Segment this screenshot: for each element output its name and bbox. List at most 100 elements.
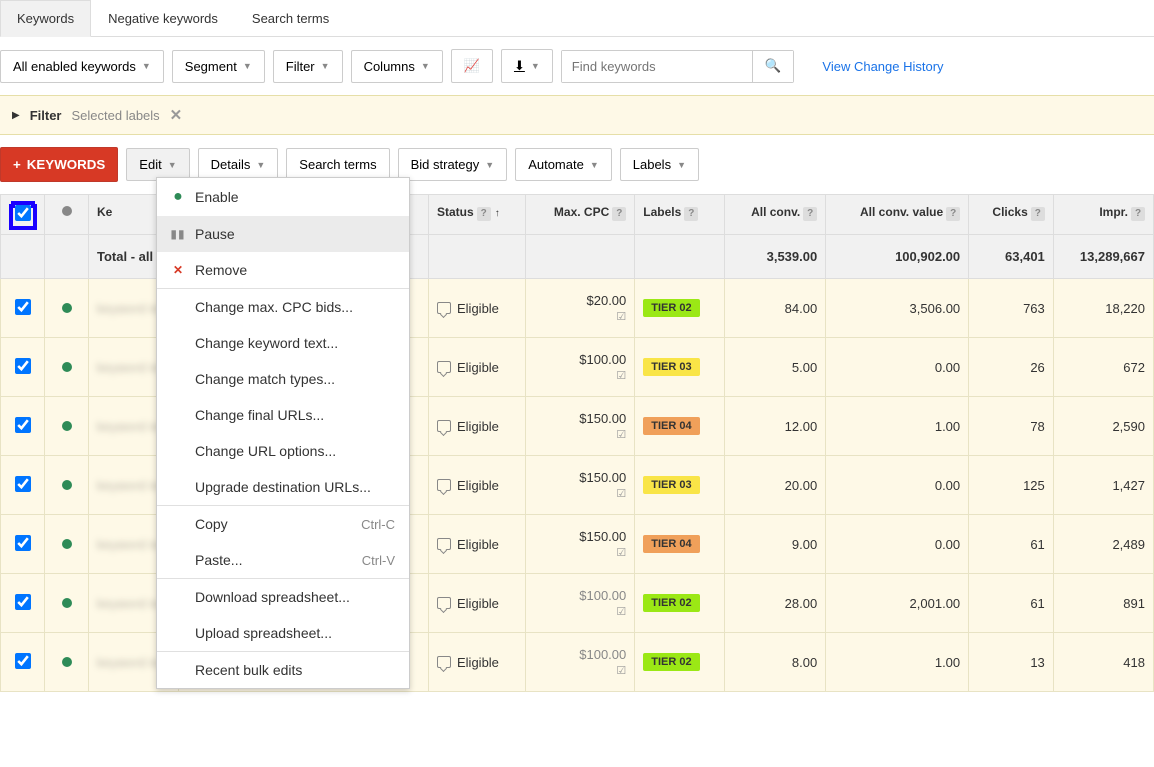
row-checkbox[interactable] (15, 299, 31, 315)
col-clicks[interactable]: Clicks? (969, 195, 1054, 235)
tier-label[interactable]: TIER 03 (643, 358, 699, 376)
help-icon[interactable]: ? (803, 207, 817, 221)
comment-icon[interactable] (437, 420, 451, 432)
tier-label[interactable]: TIER 04 (643, 417, 699, 435)
edit-check-icon[interactable]: ☑ (534, 428, 626, 441)
filter-selected-text: Selected labels (72, 108, 160, 123)
caret-down-icon: ▼ (256, 160, 265, 170)
caret-down-icon: ▼ (677, 160, 686, 170)
comment-icon[interactable] (437, 479, 451, 491)
all-conv-value-amount: 3,506.00 (826, 279, 969, 338)
col-labels[interactable]: Labels? (635, 195, 725, 235)
all-conv-value-amount: 1.00 (826, 397, 969, 456)
filter-close-icon[interactable]: ✕ (170, 106, 183, 124)
comment-icon[interactable] (437, 656, 451, 668)
col-all-conv[interactable]: All conv.? (724, 195, 825, 235)
col-impr[interactable]: Impr.? (1053, 195, 1153, 235)
scope-dropdown[interactable]: All enabled keywords▼ (0, 50, 164, 83)
tier-label[interactable]: TIER 04 (643, 535, 699, 553)
tier-label[interactable]: TIER 02 (643, 653, 699, 671)
menu-upload-spreadsheet[interactable]: Upload spreadsheet... (157, 615, 409, 651)
help-icon[interactable]: ? (612, 207, 626, 221)
tab-negative-keywords[interactable]: Negative keywords (91, 0, 235, 36)
search-input[interactable] (562, 51, 752, 82)
comment-icon[interactable] (437, 302, 451, 314)
help-icon[interactable]: ? (946, 207, 960, 221)
help-icon[interactable]: ? (477, 207, 491, 221)
totals-all-conv: 3,539.00 (724, 235, 825, 279)
help-icon[interactable]: ? (1131, 207, 1145, 221)
comment-icon[interactable] (437, 361, 451, 373)
labels-dropdown[interactable]: Labels▼ (620, 148, 699, 181)
menu-enable[interactable]: ●Enable (157, 178, 409, 216)
clicks-value: 61 (969, 515, 1054, 574)
totals-impr: 13,289,667 (1053, 235, 1153, 279)
menu-change-final-urls[interactable]: Change final URLs... (157, 397, 409, 433)
search-button[interactable]: 🔍 (752, 51, 794, 82)
status-text: Eligible (457, 360, 499, 375)
status-text: Eligible (457, 478, 499, 493)
max-cpc-value[interactable]: $100.00 (579, 352, 626, 367)
filter-label: Filter (30, 108, 62, 123)
chart-button[interactable]: 📈 (451, 49, 493, 83)
row-checkbox[interactable] (15, 653, 31, 669)
row-checkbox[interactable] (15, 594, 31, 610)
row-checkbox[interactable] (15, 358, 31, 374)
menu-recent-bulk-edits[interactable]: Recent bulk edits (157, 652, 409, 688)
edit-check-icon[interactable]: ☑ (534, 605, 626, 618)
col-status[interactable]: Status?↑ (429, 195, 526, 235)
caret-down-icon: ▼ (243, 61, 252, 71)
menu-copy[interactable]: CopyCtrl-C (157, 506, 409, 542)
chevron-right-icon[interactable]: ▶ (12, 110, 20, 121)
edit-check-icon[interactable]: ☑ (534, 310, 626, 323)
row-checkbox[interactable] (15, 417, 31, 433)
tier-label[interactable]: TIER 02 (643, 594, 699, 612)
add-keywords-button[interactable]: +KEYWORDS (0, 147, 118, 182)
impr-value: 672 (1053, 338, 1153, 397)
select-all-checkbox[interactable] (15, 205, 31, 221)
tab-search-terms[interactable]: Search terms (235, 0, 346, 36)
view-change-history-link[interactable]: View Change History (822, 59, 943, 74)
max-cpc-value[interactable]: $150.00 (579, 529, 626, 544)
menu-change-url-options[interactable]: Change URL options... (157, 433, 409, 469)
edit-check-icon[interactable]: ☑ (534, 546, 626, 559)
menu-upgrade-dest-urls[interactable]: Upgrade destination URLs... (157, 469, 409, 505)
max-cpc-value[interactable]: $150.00 (579, 411, 626, 426)
row-checkbox[interactable] (15, 476, 31, 492)
row-checkbox[interactable] (15, 535, 31, 551)
help-icon[interactable]: ? (1031, 207, 1045, 221)
menu-remove[interactable]: ✕Remove (157, 252, 409, 288)
totals-all-conv-value: 100,902.00 (826, 235, 969, 279)
menu-paste[interactable]: Paste...Ctrl-V (157, 542, 409, 578)
col-all-conv-value[interactable]: All conv. value? (826, 195, 969, 235)
tier-label[interactable]: TIER 03 (643, 476, 699, 494)
comment-icon[interactable] (437, 597, 451, 609)
caret-down-icon: ▼ (531, 61, 540, 71)
menu-download-spreadsheet[interactable]: Download spreadsheet... (157, 579, 409, 615)
menu-change-match[interactable]: Change match types... (157, 361, 409, 397)
columns-dropdown[interactable]: Columns▼ (351, 50, 443, 83)
segment-dropdown[interactable]: Segment▼ (172, 50, 265, 83)
filter-dropdown[interactable]: Filter▼ (273, 50, 343, 83)
max-cpc-value[interactable]: $100.00 (579, 647, 626, 662)
automate-dropdown[interactable]: Automate▼ (515, 148, 612, 181)
edit-check-icon[interactable]: ☑ (534, 487, 626, 500)
clicks-value: 125 (969, 456, 1054, 515)
tier-label[interactable]: TIER 02 (643, 299, 699, 317)
impr-value: 2,489 (1053, 515, 1153, 574)
menu-change-cpc[interactable]: Change max. CPC bids... (157, 289, 409, 325)
help-icon[interactable]: ? (684, 207, 698, 221)
download-dropdown[interactable]: ⬇▼ (501, 49, 553, 83)
max-cpc-value[interactable]: $100.00 (579, 588, 626, 603)
bid-strategy-dropdown[interactable]: Bid strategy▼ (398, 148, 508, 181)
col-max-cpc[interactable]: Max. CPC? (526, 195, 635, 235)
max-cpc-value[interactable]: $20.00 (587, 293, 627, 308)
menu-change-text[interactable]: Change keyword text... (157, 325, 409, 361)
tab-keywords[interactable]: Keywords (0, 0, 91, 37)
edit-check-icon[interactable]: ☑ (534, 664, 626, 677)
menu-pause[interactable]: ▮▮Pause (157, 216, 409, 252)
comment-icon[interactable] (437, 538, 451, 550)
max-cpc-value[interactable]: $150.00 (579, 470, 626, 485)
impr-value: 18,220 (1053, 279, 1153, 338)
edit-check-icon[interactable]: ☑ (534, 369, 626, 382)
